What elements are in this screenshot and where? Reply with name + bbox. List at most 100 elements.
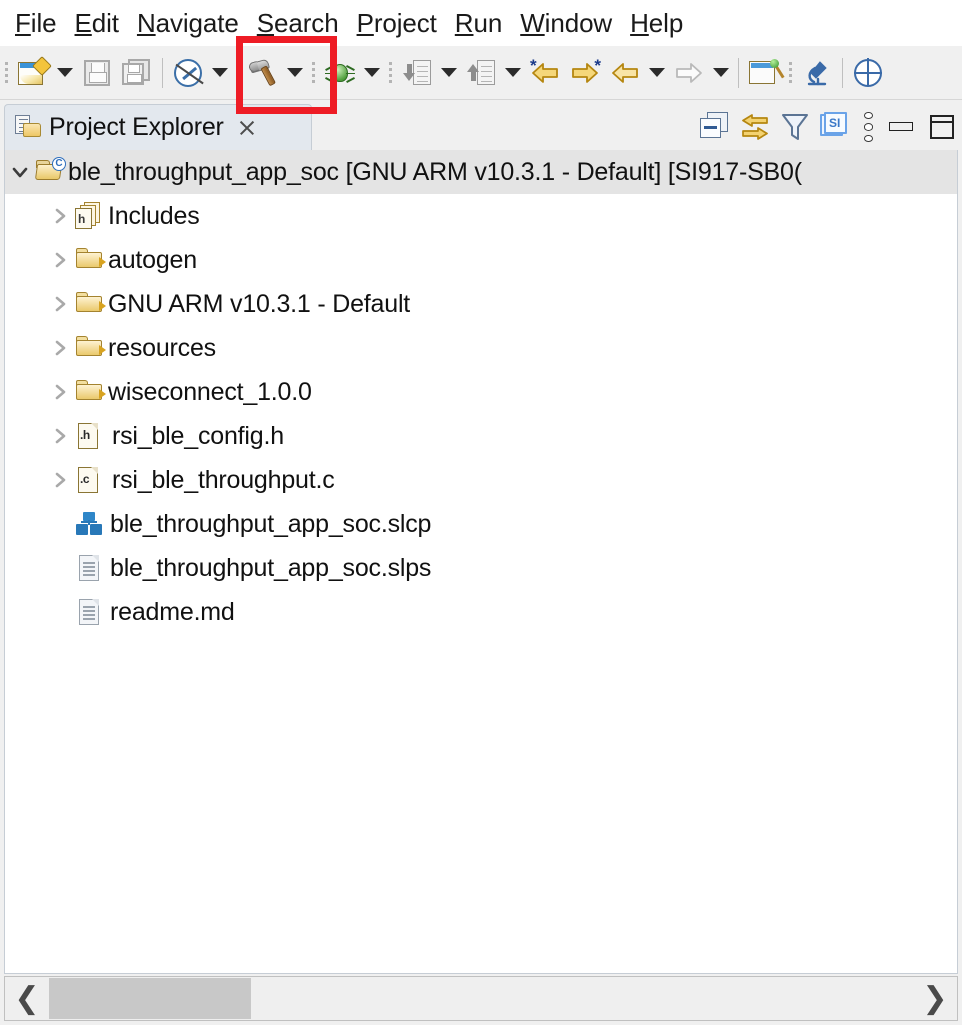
tree-row-slcp[interactable]: ble_throughput_app_soc.slcp xyxy=(5,502,957,546)
expand-chevron-right-icon[interactable] xyxy=(45,370,75,414)
scroll-left-button[interactable]: ❮ xyxy=(5,977,49,1020)
tab-project-explorer[interactable]: Project Explorer xyxy=(4,104,312,150)
menu-file-rest: ile xyxy=(30,8,57,38)
pin-editor-button[interactable] xyxy=(744,53,785,93)
export-doc-icon xyxy=(467,59,495,87)
collapse-all-button[interactable] xyxy=(700,112,730,142)
forward-button[interactable] xyxy=(669,53,709,93)
view-toolbar: SI xyxy=(700,108,956,146)
document-icon xyxy=(75,597,105,627)
menu-search[interactable]: Search xyxy=(248,8,348,38)
forward-dropdown-arrow[interactable] xyxy=(709,53,733,93)
menu-bar: File Edit Navigate Search Project Run Wi… xyxy=(0,0,962,46)
menu-edit[interactable]: Edit xyxy=(66,8,128,38)
vertical-dots-icon-dot2 xyxy=(863,123,873,131)
menu-search-mnemonic: S xyxy=(256,8,275,38)
menu-help-mnemonic: H xyxy=(630,8,649,38)
maximize-button[interactable] xyxy=(926,112,956,142)
tree-row-readme[interactable]: readme.md xyxy=(5,590,957,634)
filter-button[interactable] xyxy=(780,112,810,142)
tree-row-wiseconnect[interactable]: wiseconnect_1.0.0 xyxy=(5,370,957,414)
menu-run-mnemonic: R xyxy=(454,8,474,38)
project-explorer-icon xyxy=(15,114,43,141)
link-with-editor-button[interactable] xyxy=(740,112,770,142)
toolbar-separator-4 xyxy=(842,57,843,88)
expand-chevron-right-icon[interactable] xyxy=(45,282,75,326)
menu-window[interactable]: Window xyxy=(511,8,621,38)
debug-dropdown-arrow[interactable] xyxy=(360,53,384,93)
tree-row-slps[interactable]: ble_throughput_app_soc.slps xyxy=(5,546,957,590)
menu-project-rest: roject xyxy=(373,8,437,38)
save-all-button[interactable] xyxy=(117,53,157,93)
expand-chevron-right-icon[interactable] xyxy=(45,414,75,458)
close-icon[interactable] xyxy=(236,117,258,139)
toolbar-grip-4[interactable] xyxy=(786,58,795,88)
chevron-down-icon xyxy=(212,68,228,77)
debug-button[interactable] xyxy=(320,53,360,93)
menu-run[interactable]: Run xyxy=(446,8,511,38)
bug-icon xyxy=(325,60,355,86)
import-button[interactable] xyxy=(397,53,437,93)
tree-row-label: rsi_ble_throughput.c xyxy=(112,466,335,494)
tree-row-rsi-ble-throughput-c[interactable]: .c rsi_ble_throughput.c xyxy=(5,458,957,502)
menu-edit-mnemonic: E xyxy=(74,8,92,38)
menu-window-mnemonic: W xyxy=(520,8,545,38)
menu-project[interactable]: Project xyxy=(348,8,446,38)
build-dropdown-arrow[interactable] xyxy=(283,53,307,93)
hammer-icon xyxy=(247,58,278,87)
skip-breakpoints-dropdown-arrow[interactable] xyxy=(208,53,232,93)
tree-row-includes[interactable]: h Includes xyxy=(5,194,957,238)
menu-help[interactable]: Help xyxy=(621,8,692,38)
menu-run-rest: un xyxy=(473,8,503,38)
view-tab-area: Project Explorer SI xyxy=(0,100,962,150)
export-button[interactable] xyxy=(461,53,501,93)
toolbar-grip[interactable] xyxy=(2,58,11,88)
si-folder-icon-label: SI xyxy=(829,115,841,130)
eclipse-window: File Edit Navigate Search Project Run Wi… xyxy=(0,0,962,1025)
h-file-icon-ext: .h xyxy=(80,428,90,442)
back-dropdown-arrow[interactable] xyxy=(645,53,669,93)
tree-row-resources[interactable]: resources xyxy=(5,326,957,370)
new-dropdown-arrow[interactable] xyxy=(53,53,77,93)
menu-navigate[interactable]: Navigate xyxy=(128,8,248,38)
tree-row-rsi-ble-config-h[interactable]: .h rsi_ble_config.h xyxy=(5,414,957,458)
save-button[interactable] xyxy=(77,53,117,93)
toolbar-grip-3[interactable] xyxy=(386,58,395,88)
new-button[interactable] xyxy=(13,53,53,93)
view-menu-button[interactable] xyxy=(860,112,876,142)
export-dropdown-arrow[interactable] xyxy=(501,53,525,93)
microscope-icon xyxy=(803,59,831,87)
document-icon xyxy=(75,553,105,583)
expand-chevron-right-icon[interactable] xyxy=(45,238,75,282)
tree-row-autogen[interactable]: autogen xyxy=(5,238,957,282)
tree-row-gnu-arm-default[interactable]: GNU ARM v10.3.1 - Default xyxy=(5,282,957,326)
network-analyzer-button[interactable] xyxy=(848,53,888,93)
simplicity-view-button[interactable]: SI xyxy=(820,112,850,142)
menu-file[interactable]: File xyxy=(6,8,66,38)
new-file-icon xyxy=(18,55,52,87)
scrollbar-track[interactable] xyxy=(49,977,913,1020)
minimize-button[interactable] xyxy=(886,112,916,142)
scrollbar-thumb[interactable] xyxy=(49,978,251,1019)
maximize-icon xyxy=(930,115,954,139)
scroll-right-button[interactable]: ❯ xyxy=(913,977,957,1020)
forward-annotated-button[interactable]: * xyxy=(565,53,605,93)
expand-chevron-right-icon[interactable] xyxy=(45,326,75,370)
tree-row-label: Includes xyxy=(108,202,200,230)
back-button[interactable] xyxy=(605,53,645,93)
compass-icon xyxy=(174,58,202,87)
forward-star-arrow-icon: * xyxy=(571,57,601,85)
back-annotated-button[interactable]: * xyxy=(525,53,565,93)
skip-breakpoints-button[interactable] xyxy=(168,53,208,93)
debug-perspective-button[interactable] xyxy=(797,53,837,93)
expand-chevron-right-icon[interactable] xyxy=(45,458,75,502)
build-button[interactable] xyxy=(243,53,283,93)
project-explorer-tree[interactable]: C ble_throughput_app_soc [GNU ARM v10.3.… xyxy=(4,150,958,974)
tree-row-project-root[interactable]: C ble_throughput_app_soc [GNU ARM v10.3.… xyxy=(5,150,957,194)
expand-chevron-right-icon[interactable] xyxy=(45,194,75,238)
horizontal-scrollbar[interactable]: ❮ ❯ xyxy=(4,976,958,1021)
expand-chevron-down-icon[interactable] xyxy=(5,150,35,194)
vertical-dots-icon-dot3 xyxy=(863,134,873,142)
toolbar-grip-2[interactable] xyxy=(309,58,318,88)
import-dropdown-arrow[interactable] xyxy=(437,53,461,93)
